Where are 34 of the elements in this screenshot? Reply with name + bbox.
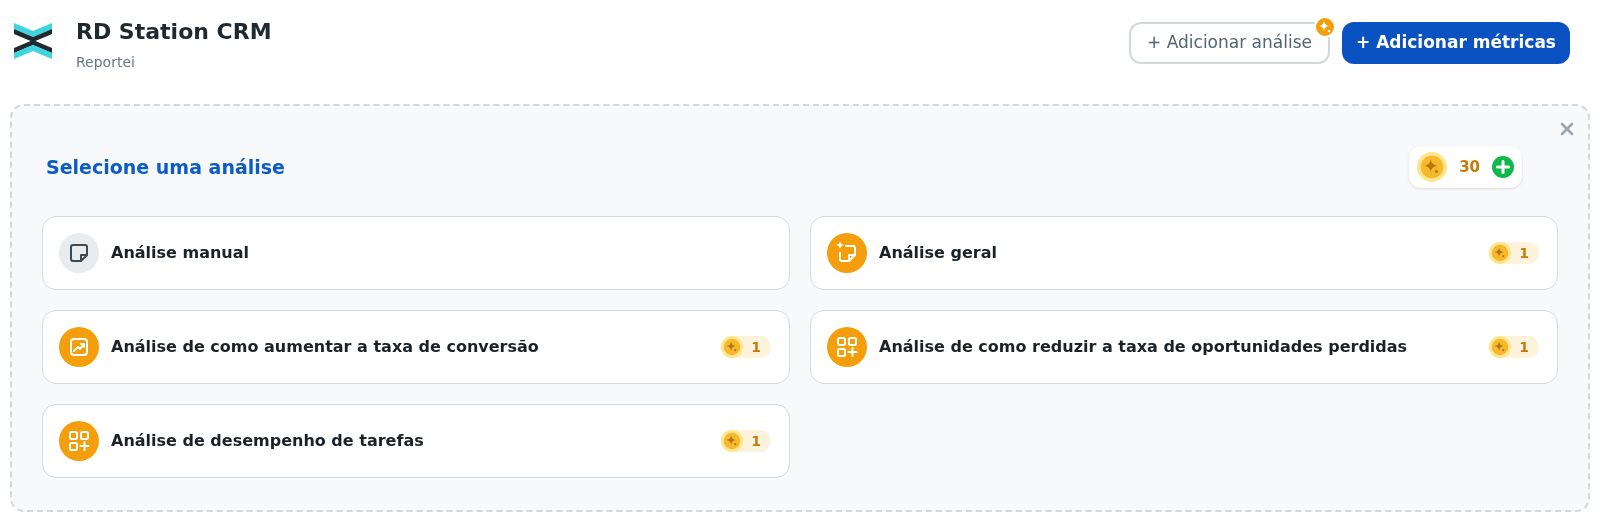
app-title: RD Station CRM [76,18,272,46]
credits-count: 30 [1459,156,1480,178]
chart-icon [59,327,99,367]
cost-count: 1 [1519,337,1529,357]
option-label: Análise geral [879,242,998,264]
add-icon[interactable] [1492,156,1514,178]
analysis-option[interactable]: Análise de como aumentar a taxa de conversão 1 [42,310,790,384]
cost-count: 1 [751,431,761,451]
coin-icon [1489,242,1512,264]
note-icon [59,233,99,273]
panel-title: Selecione uma análise [46,154,285,180]
logo-icon [14,21,52,61]
option-label: Análise de como aumentar a taxa de conversão [111,336,540,358]
add-analysis-button[interactable]: + Adicionar análise [1129,22,1330,64]
grid-icon [59,421,99,461]
coin-icon [721,336,744,358]
add-metrics-button[interactable]: + Adicionar métricas [1341,22,1570,64]
app-subtitle: Reportei [76,53,136,72]
coin-icon [1489,336,1512,358]
analysis-option[interactable]: Análise manual [42,216,790,290]
coin-icon [1417,152,1448,182]
coin-icon [721,430,744,452]
analysis-option[interactable]: Análise de como reduzir a taxa de oportunidades perdidas 1 [810,310,1558,384]
sparkle-badge-icon [1313,16,1336,38]
cost-count: 1 [1519,243,1529,263]
option-label: Análise de como reduzir a taxa de oportunidades perdidas [879,336,1409,358]
close-icon[interactable] [1560,122,1574,136]
analysis-option[interactable]: Análise geral 1 [810,216,1558,290]
option-label: Análise manual [111,242,250,264]
grid-icon [827,327,867,367]
option-label: Análise de desempenho de tarefas [111,430,425,452]
analysis-option[interactable]: Análise de desempenho de tarefas 1 [42,404,790,478]
cost-count: 1 [751,337,761,357]
sparkle-note-icon [827,233,867,273]
